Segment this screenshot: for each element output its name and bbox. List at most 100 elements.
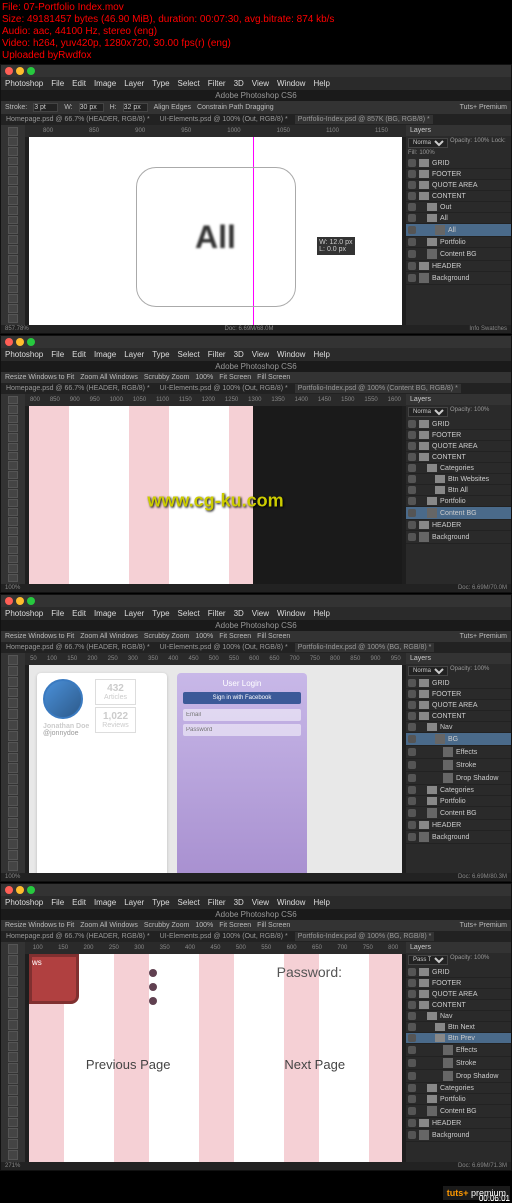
menu-filter[interactable]: Filter — [208, 898, 226, 907]
maximize-icon[interactable] — [27, 338, 35, 346]
menu-type[interactable]: Type — [152, 79, 169, 88]
tool-button[interactable] — [8, 443, 18, 451]
tool-button[interactable] — [8, 1020, 18, 1030]
maximize-icon[interactable] — [27, 886, 35, 894]
layer-row[interactable]: Categories — [406, 463, 511, 474]
layer-row[interactable]: Effects — [406, 746, 511, 759]
document-tab[interactable]: Homepage.psd @ 66.7% (HEADER, RGB/8) * — [3, 932, 153, 941]
document-tab[interactable]: UI-Elements.psd @ 100% (Out, RGB/8) * — [157, 384, 291, 393]
layer-row[interactable]: Portfolio — [406, 1094, 511, 1105]
tool-button[interactable] — [8, 499, 18, 507]
menu-window[interactable]: Window — [277, 609, 305, 618]
zoom-level[interactable]: 271% — [5, 1163, 20, 1169]
visibility-icon[interactable] — [408, 990, 416, 998]
visibility-icon[interactable] — [408, 521, 416, 529]
stat-articles[interactable]: 432Articles — [95, 679, 135, 705]
stroke-input[interactable] — [33, 103, 58, 112]
tool-button[interactable] — [8, 137, 18, 146]
layer-row[interactable]: Effects — [406, 1044, 511, 1057]
tool-button[interactable] — [8, 944, 18, 954]
tool-button[interactable] — [8, 677, 18, 687]
visibility-icon[interactable] — [408, 1084, 416, 1092]
rounded-rect-shape[interactable]: All W: 12.0 pxL: 0.0 px — [136, 167, 296, 307]
zoom-all-checkbox[interactable]: Zoom All Windows — [80, 374, 138, 381]
minimize-icon[interactable] — [16, 338, 24, 346]
visibility-icon[interactable] — [408, 833, 416, 841]
layer-row[interactable]: Portfolio — [406, 796, 511, 807]
tool-button[interactable] — [8, 829, 18, 839]
tool-button[interactable] — [8, 564, 18, 572]
layer-row[interactable]: GRID — [406, 967, 511, 978]
close-icon[interactable] — [5, 597, 13, 605]
w-input[interactable] — [79, 103, 104, 112]
tool-button[interactable] — [8, 966, 18, 976]
tool-button[interactable] — [8, 196, 18, 205]
menu-edit[interactable]: Edit — [72, 350, 86, 359]
minimize-icon[interactable] — [16, 597, 24, 605]
tool-button[interactable] — [8, 753, 18, 763]
layer-row[interactable]: Drop Shadow — [406, 772, 511, 785]
layer-row[interactable]: FOOTER — [406, 430, 511, 441]
visibility-icon[interactable] — [408, 170, 416, 178]
tool-button[interactable] — [8, 1150, 18, 1160]
tool-button[interactable] — [8, 527, 18, 535]
tool-button[interactable] — [8, 1085, 18, 1095]
layer-row[interactable]: Background — [406, 531, 511, 544]
document-tab[interactable]: Homepage.psd @ 66.7% (HEADER, RGB/8) * — [3, 384, 153, 393]
visibility-icon[interactable] — [408, 712, 416, 720]
menu-help[interactable]: Help — [313, 609, 329, 618]
layer-row[interactable]: Nav — [406, 722, 511, 733]
layer-row[interactable]: CONTENT — [406, 452, 511, 463]
layer-row[interactable]: Background — [406, 831, 511, 844]
tool-button[interactable] — [8, 471, 18, 479]
tool-button[interactable] — [8, 1074, 18, 1084]
tool-button[interactable] — [8, 294, 18, 303]
visibility-icon[interactable] — [408, 159, 416, 167]
visibility-icon[interactable] — [408, 431, 416, 439]
layer-row[interactable]: Stroke — [406, 1057, 511, 1070]
tuts-premium-link[interactable]: Tuts+ Premium — [460, 104, 507, 111]
zoom-level[interactable]: 100% — [5, 585, 20, 591]
visibility-icon[interactable] — [408, 250, 416, 258]
visibility-icon[interactable] — [408, 464, 416, 472]
tool-button[interactable] — [8, 396, 18, 404]
menu-select[interactable]: Select — [178, 350, 200, 359]
menu-image[interactable]: Image — [94, 609, 116, 618]
facebook-button[interactable]: Sign in with Facebook — [183, 692, 301, 704]
tool-button[interactable] — [8, 987, 18, 997]
visibility-icon[interactable] — [408, 1131, 416, 1139]
tool-button[interactable] — [8, 461, 18, 469]
canvas[interactable]: 5010015020025030035040045050055060065070… — [25, 653, 406, 873]
tool-button[interactable] — [8, 489, 18, 497]
close-icon[interactable] — [5, 67, 13, 75]
tool-button[interactable] — [8, 206, 18, 215]
visibility-icon[interactable] — [408, 274, 416, 282]
visibility-icon[interactable] — [408, 748, 416, 756]
menu-3d[interactable]: 3D — [234, 79, 244, 88]
tool-button[interactable] — [8, 433, 18, 441]
menu-window[interactable]: Window — [277, 350, 305, 359]
tool-button[interactable] — [8, 424, 18, 432]
menu-layer[interactable]: Layer — [124, 79, 144, 88]
visibility-icon[interactable] — [408, 1023, 416, 1031]
document-tab[interactable]: Homepage.psd @ 66.7% (HEADER, RGB/8) * — [3, 643, 153, 652]
tool-button[interactable] — [8, 536, 18, 544]
layer-row[interactable]: All — [406, 224, 511, 237]
layer-row[interactable]: Content BG — [406, 507, 511, 520]
tool-button[interactable] — [8, 546, 18, 554]
menu-edit[interactable]: Edit — [72, 609, 86, 618]
document-tab[interactable]: Portfolio-Index.psd @ 100% (BG, RGB/8) * — [295, 643, 435, 652]
tool-button[interactable] — [8, 176, 18, 185]
layer-row[interactable]: QUOTE AREA — [406, 700, 511, 711]
tool-button[interactable] — [8, 235, 18, 244]
menu-layer[interactable]: Layer — [124, 609, 144, 618]
canvas[interactable]: 8008509009501000105011001150120012501300… — [25, 394, 406, 584]
menu-select[interactable]: Select — [178, 79, 200, 88]
visibility-icon[interactable] — [408, 723, 416, 731]
visibility-icon[interactable] — [408, 1059, 416, 1067]
visibility-icon[interactable] — [408, 192, 416, 200]
visibility-icon[interactable] — [408, 701, 416, 709]
tool-button[interactable] — [8, 977, 18, 987]
layer-row[interactable]: QUOTE AREA — [406, 180, 511, 191]
menu-photoshop[interactable]: Photoshop — [5, 79, 43, 88]
